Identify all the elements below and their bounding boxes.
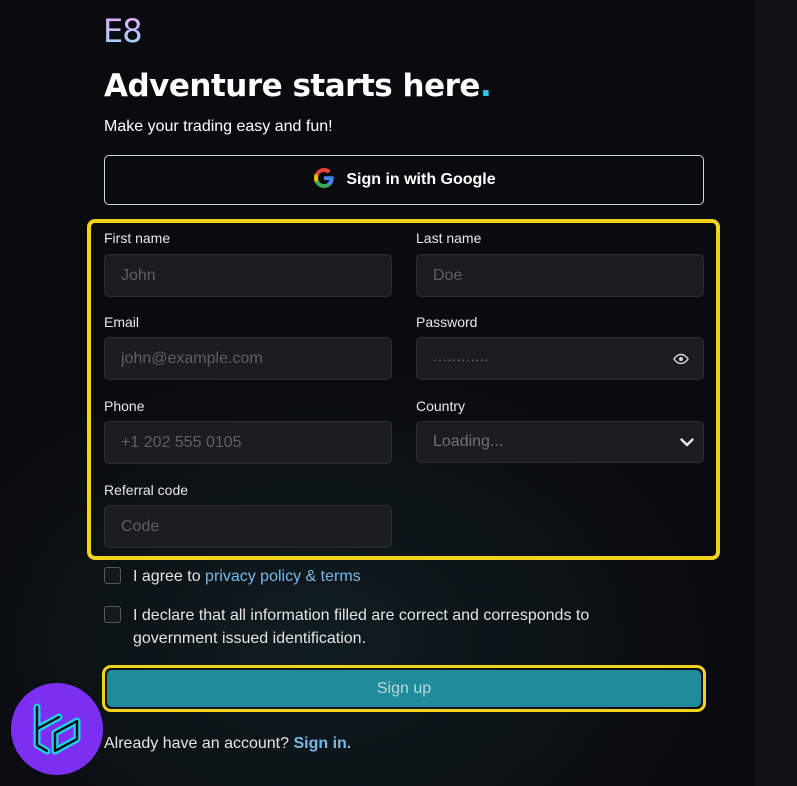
google-icon [312, 166, 336, 195]
country-select-value: Loading... [433, 433, 504, 450]
country-select[interactable]: Loading... [416, 421, 704, 463]
sign-up-button[interactable]: Sign up [107, 670, 701, 707]
eye-icon[interactable] [673, 351, 689, 367]
country-label: Country [416, 398, 466, 414]
declaration-text: I declare that all information filled ar… [133, 607, 590, 647]
first-name-input[interactable] [104, 254, 392, 297]
declaration-row: I declare that all information filled ar… [104, 604, 664, 650]
phone-input[interactable] [104, 421, 392, 464]
privacy-policy-link[interactable]: privacy policy & terms [205, 568, 361, 585]
chevron-down-icon [679, 434, 695, 450]
brand-logo[interactable]: E8 [103, 12, 143, 50]
page-subtitle: Make your trading easy and fun! [104, 118, 333, 135]
terms-prefix: I agree to [133, 568, 206, 585]
terms-agreement-row: I agree to privacy policy & terms [104, 565, 361, 588]
password-input[interactable] [417, 338, 657, 379]
sign-in-with-google-button[interactable]: Sign in with Google [104, 155, 704, 205]
page-title-dot: . [479, 68, 492, 104]
page-title-text: Adventure starts here [104, 68, 480, 104]
declaration-checkbox[interactable] [104, 606, 121, 623]
google-button-label: Sign in with Google [346, 171, 496, 188]
terms-checkbox[interactable] [104, 567, 121, 584]
referral-code-label: Referral code [104, 482, 189, 498]
referral-code-input[interactable] [104, 505, 392, 548]
first-name-label: First name [104, 230, 171, 246]
email-input[interactable] [104, 337, 392, 380]
signin-prompt: Already have an account? Sign in. [104, 735, 351, 753]
sign-in-link[interactable]: Sign in. [293, 735, 351, 752]
terms-text: I agree to privacy policy & terms [133, 565, 361, 588]
email-label: Email [104, 314, 140, 330]
password-field [416, 337, 704, 380]
last-name-label: Last name [416, 230, 482, 246]
tc-logo-icon [11, 683, 103, 775]
password-label: Password [416, 314, 478, 330]
page-title: Adventure starts here. [104, 68, 492, 104]
background-edge [755, 0, 797, 786]
phone-label: Phone [104, 398, 145, 414]
signin-prompt-text: Already have an account? [104, 735, 294, 752]
last-name-input[interactable] [416, 254, 704, 297]
